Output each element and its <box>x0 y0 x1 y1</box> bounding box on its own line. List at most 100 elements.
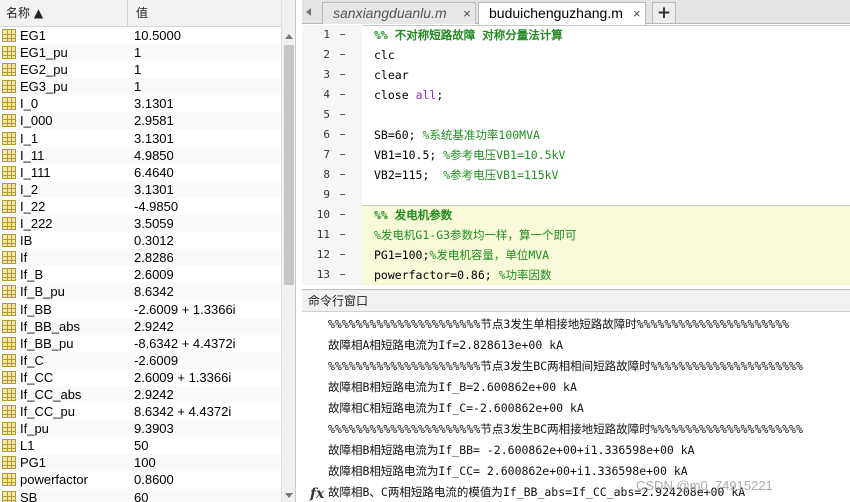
table-row[interactable]: If_B_pu 8.6342 <box>0 283 281 301</box>
tab-buduichenguzhang[interactable]: buduichenguzhang.m × <box>478 2 646 25</box>
variable-value: -2.6009 <box>134 352 179 368</box>
line-marker <box>340 94 345 95</box>
table-row[interactable]: If_CC 2.6009 + 1.3366i <box>0 368 281 386</box>
table-row[interactable]: I_11 4.9850 <box>0 146 281 164</box>
code-line: 13 powerfactor=0.86; %功率因数 <box>302 265 850 285</box>
variable-matrix-icon <box>2 405 16 419</box>
variable-matrix-icon <box>2 319 16 333</box>
line-gutter: 10 <box>302 205 362 225</box>
scroll-down-arrow-icon[interactable] <box>285 493 293 498</box>
line-number: 13 <box>316 268 330 281</box>
table-row[interactable]: If_pu 9.3903 <box>0 420 281 438</box>
table-row[interactable]: I_0 3.1301 <box>0 95 281 113</box>
close-icon[interactable]: × <box>463 3 471 24</box>
workspace-scrollbar[interactable] <box>281 0 295 502</box>
table-row[interactable]: EG1_pu 1 <box>0 44 281 62</box>
code-comment: %功率因数 <box>498 268 552 282</box>
variable-matrix-icon <box>2 148 16 162</box>
line-marker <box>340 174 345 175</box>
code-statement: clear <box>374 68 409 82</box>
table-row[interactable]: EG2_pu 1 <box>0 61 281 79</box>
line-marker <box>340 254 345 255</box>
table-row[interactable]: If_CC_pu 8.6342 + 4.4372i <box>0 403 281 421</box>
command-window-title: 命令行窗口 <box>308 294 369 308</box>
code-line: 4 close all; <box>302 85 850 105</box>
line-gutter: 3 <box>302 65 362 85</box>
table-row[interactable]: I_22 -4.9850 <box>0 197 281 216</box>
line-gutter: 12 <box>302 245 362 265</box>
table-row[interactable]: I_000 2.9581 <box>0 112 281 130</box>
variable-matrix-icon <box>2 217 16 231</box>
table-row[interactable]: EG3_pu 1 <box>0 78 281 96</box>
table-row[interactable]: EG1 10.5000 <box>0 27 281 45</box>
line-marker <box>340 194 345 195</box>
variable-name: I_1 <box>20 130 39 146</box>
collapse-arrow-icon[interactable] <box>306 8 311 16</box>
variable-value: 2.9242 <box>134 386 174 402</box>
line-gutter: 2 <box>302 45 362 65</box>
variable-name: If_B <box>20 267 44 283</box>
variable-value: 2.6009 + 1.3366i <box>134 369 232 385</box>
line-gutter: 9 <box>302 185 362 205</box>
code-area[interactable]: 1 %% 不对称短路故障 对称分量法计算 2 clc 3 clear 4 close all;… <box>302 25 850 289</box>
table-row[interactable]: IB 0.3012 <box>0 232 281 250</box>
table-row[interactable]: If_BB_abs 2.9242 <box>0 317 281 335</box>
table-row[interactable]: I_1 3.1301 <box>0 129 281 147</box>
variable-name: PG1 <box>20 455 47 471</box>
tab-sanxiangduanlu[interactable]: sanxiangduanlu.m × <box>322 2 476 24</box>
scroll-up-arrow-icon[interactable] <box>285 34 293 39</box>
variable-name: I_222 <box>20 216 53 232</box>
code-comment: %系统基准功率100MVA <box>422 128 540 142</box>
variable-value: 3.1301 <box>134 130 174 146</box>
table-row[interactable]: If 2.8286 <box>0 249 281 267</box>
code-comment: %发电机容量，单位MVA <box>429 248 550 262</box>
table-row[interactable]: If_BB_pu -8.6342 + 4.4372i <box>0 334 281 352</box>
code-statement: powerfactor=0.86; %功率因数 <box>374 265 552 285</box>
code-statement: close all; <box>374 85 443 105</box>
variable-matrix-icon <box>2 199 16 213</box>
table-row[interactable]: If_BB -2.6009 + 1.3366i <box>0 300 281 318</box>
table-row[interactable]: L1 50 <box>0 437 281 455</box>
variable-matrix-icon <box>2 46 16 60</box>
variable-name: If_BB_pu <box>20 335 74 351</box>
new-tab-button[interactable]: + <box>652 2 676 24</box>
table-row[interactable]: I_111 6.4640 <box>0 163 281 181</box>
table-row[interactable]: I_222 3.5059 <box>0 215 281 233</box>
variable-value: 60 <box>134 489 149 502</box>
variable-value: 10.5000 <box>134 28 181 43</box>
command-output-line: %%%%%%%%%%%%%%%%%%%%%%节点3发生BC两相接地短路故障时%%… <box>328 422 803 436</box>
variable-matrix-icon <box>2 422 16 436</box>
fx-icon[interactable]: fx <box>310 486 324 502</box>
code-line: 2 clc <box>302 45 850 65</box>
variable-name: I_11 <box>20 147 45 163</box>
table-row[interactable]: If_CC_abs 2.9242 <box>0 385 281 404</box>
line-number: 2 <box>323 48 330 61</box>
close-icon[interactable]: × <box>633 3 641 24</box>
code-statement: VB2=115; %参考电压VB1=115kV <box>374 165 559 185</box>
line-gutter: 13 <box>302 265 362 285</box>
table-row[interactable]: If_B 2.6009 <box>0 266 281 284</box>
line-gutter: 4 <box>302 85 362 105</box>
code-terminator: ; <box>436 88 444 102</box>
table-row[interactable]: If_C -2.6009 <box>0 351 281 369</box>
command-output-line: %%%%%%%%%%%%%%%%%%%%%%节点3发生单相接地短路故障时%%%%… <box>328 317 790 331</box>
table-row[interactable]: SB 60 <box>0 488 281 502</box>
table-row[interactable]: powerfactor 0.8600 <box>0 471 281 489</box>
variable-matrix-icon <box>2 29 16 42</box>
code-statement: SB=60; %系统基准功率100MVA <box>374 125 540 145</box>
variable-value: -4.9850 <box>134 198 179 214</box>
column-header-value[interactable]: 值 <box>136 0 148 27</box>
variable-name: I_000 <box>20 113 53 129</box>
variable-value: 9.3903 <box>134 421 174 437</box>
variable-name: I_22 <box>20 198 46 214</box>
variable-matrix-icon <box>2 165 16 179</box>
scrollbar-thumb[interactable] <box>284 45 294 285</box>
editor-tab-bar: sanxiangduanlu.m × buduichenguzhang.m × … <box>302 0 850 25</box>
column-header-name[interactable]: 名称 ▲ <box>6 0 128 27</box>
code-argument: all <box>415 88 437 102</box>
variable-value: 2.9581 <box>134 113 174 129</box>
table-row[interactable]: I_2 3.1301 <box>0 180 281 198</box>
code-part: VB1=10.5; <box>374 148 444 162</box>
table-row[interactable]: PG1 100 <box>0 454 281 472</box>
line-marker <box>340 134 345 135</box>
